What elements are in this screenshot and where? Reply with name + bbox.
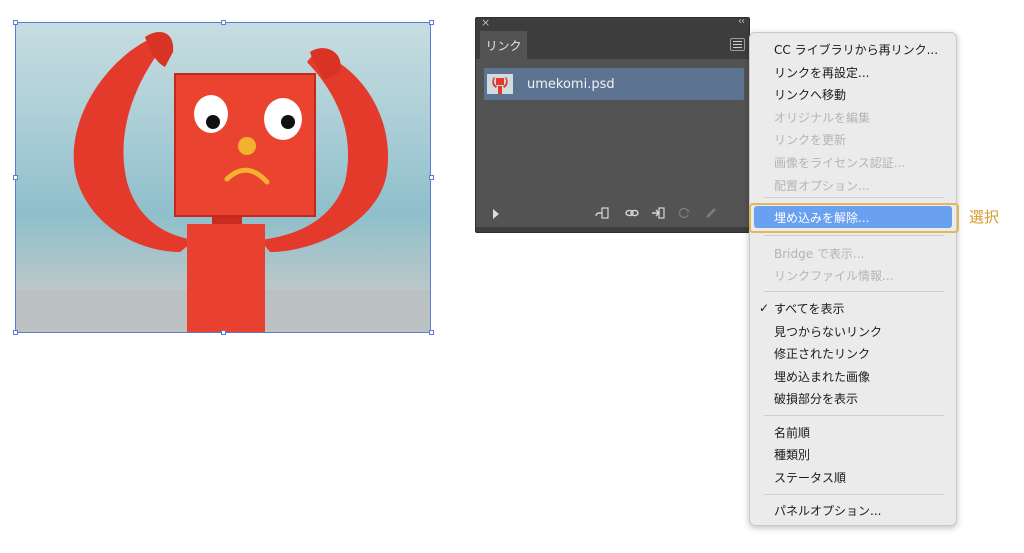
menu-separator xyxy=(764,291,944,292)
resize-handle-middle-left[interactable] xyxy=(13,175,18,180)
resize-handle-bottom-middle[interactable] xyxy=(221,330,226,335)
menu-item-sort-by-name[interactable]: 名前順 xyxy=(750,421,956,443)
resize-handle-top-middle[interactable] xyxy=(221,20,226,25)
menu-item-relink[interactable]: リンクを再設定... xyxy=(750,61,956,83)
close-icon[interactable]: × xyxy=(481,16,490,29)
resize-handle-top-left[interactable] xyxy=(13,20,18,25)
menu-item-go-to-link[interactable]: リンクへ移動 xyxy=(750,83,956,105)
menu-item-reveal-in-bridge: Bridge で表示... xyxy=(774,246,865,261)
menu-separator xyxy=(764,197,944,198)
expand-arrow-icon[interactable] xyxy=(493,209,499,219)
menu-item-show-modified[interactable]: 修正されたリンク xyxy=(750,342,956,364)
menu-item-license-image: 画像をライセンス認証... xyxy=(774,155,906,170)
check-icon: ✓ xyxy=(759,301,770,315)
menu-item-show-embedded[interactable]: 埋め込まれた画像 xyxy=(750,365,956,387)
panel-menu-icon[interactable] xyxy=(730,38,745,51)
menu-item-sort-by-kind[interactable]: 種類別 xyxy=(750,443,956,465)
menu-item-update-link: リンクを更新 xyxy=(774,132,847,147)
menu-item-show-missing[interactable]: 見つからないリンク xyxy=(750,320,956,342)
placed-image[interactable] xyxy=(15,22,431,333)
edit-original-icon[interactable] xyxy=(704,207,718,219)
annotation-label: 選択 xyxy=(969,208,1000,226)
annotation-highlight-box xyxy=(749,203,959,233)
relink-icon[interactable] xyxy=(625,207,639,219)
menu-separator xyxy=(764,415,944,416)
menu-item-show-all[interactable]: ✓ すべてを表示 xyxy=(750,297,956,319)
menu-item-show-broken[interactable]: 破損部分を表示 xyxy=(750,387,956,409)
resize-handle-bottom-right[interactable] xyxy=(429,330,434,335)
tab-links[interactable]: リンク xyxy=(480,31,527,59)
link-list-item[interactable]: umekomi.psd xyxy=(484,68,744,100)
update-link-icon[interactable] xyxy=(677,207,691,219)
robot-figure-image xyxy=(15,32,431,333)
panel-resize-grip[interactable] xyxy=(476,227,749,232)
panel-title-bar[interactable]: × ‹‹ xyxy=(476,16,749,31)
menu-item-relink-from-cc[interactable]: CC ライブラリから再リンク... xyxy=(750,38,956,60)
panel-tab-bar: リンク xyxy=(476,31,749,59)
link-file-name: umekomi.psd xyxy=(527,76,615,92)
link-thumbnail-icon xyxy=(487,74,513,94)
collapse-icon[interactable]: ‹‹ xyxy=(738,16,745,27)
panel-toolbar xyxy=(476,201,749,227)
menu-item-link-file-info: リンクファイル情報... xyxy=(774,268,894,283)
links-panel: × ‹‹ リンク umekomi.psd xyxy=(475,16,750,233)
resize-handle-bottom-left[interactable] xyxy=(13,330,18,335)
menu-item-sort-by-status[interactable]: ステータス順 xyxy=(750,466,956,488)
resize-handle-middle-right[interactable] xyxy=(429,175,434,180)
menu-separator xyxy=(764,235,944,236)
relink-from-cc-icon[interactable] xyxy=(595,207,609,219)
menu-item-placement-options: 配置オプション... xyxy=(774,178,870,193)
menu-item-panel-options[interactable]: パネルオプション... xyxy=(750,499,956,521)
resize-handle-top-right[interactable] xyxy=(429,20,434,25)
menu-item-edit-original: オリジナルを編集 xyxy=(774,110,871,125)
goto-link-icon[interactable] xyxy=(651,207,665,219)
menu-separator xyxy=(764,494,944,495)
panel-flyout-menu: CC ライブラリから再リンク... リンクを再設定... リンクへ移動 オリジナ… xyxy=(749,32,957,526)
